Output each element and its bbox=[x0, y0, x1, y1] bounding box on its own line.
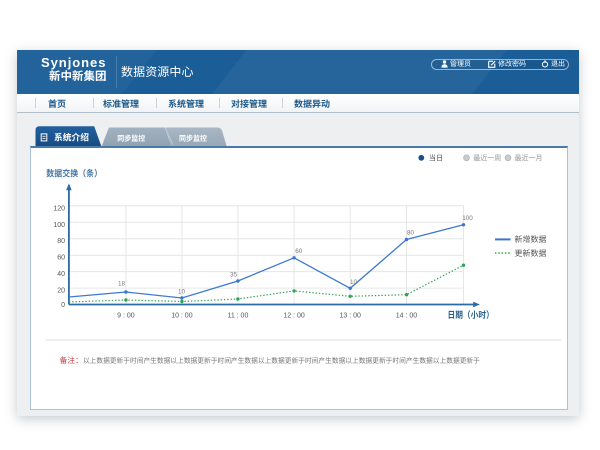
svg-text:新增数据: 新增数据 bbox=[514, 235, 546, 244]
svg-text:100: 100 bbox=[462, 215, 473, 222]
svg-text:更新数据: 更新数据 bbox=[514, 249, 546, 258]
svg-text:60: 60 bbox=[57, 255, 65, 262]
svg-text:20: 20 bbox=[57, 288, 65, 295]
svg-text:10: 10 bbox=[177, 289, 185, 296]
svg-text:13 : 00: 13 : 00 bbox=[339, 313, 361, 320]
svg-text:0: 0 bbox=[61, 302, 65, 309]
svg-text:120: 120 bbox=[53, 205, 65, 212]
svg-text:80: 80 bbox=[406, 230, 414, 237]
svg-text:系统介绍: 系统介绍 bbox=[54, 130, 89, 143]
svg-text:18: 18 bbox=[117, 281, 125, 288]
svg-text:日期（小时）: 日期（小时） bbox=[447, 310, 493, 320]
svg-text:最近一周: 最近一周 bbox=[473, 154, 501, 163]
svg-text:14 : 00: 14 : 00 bbox=[395, 313, 417, 320]
svg-text:80: 80 bbox=[57, 238, 65, 245]
svg-text:10: 10 bbox=[349, 279, 357, 286]
svg-text:100: 100 bbox=[53, 222, 65, 229]
svg-text:11 : 00: 11 : 00 bbox=[227, 313, 248, 320]
svg-text:35: 35 bbox=[229, 272, 237, 279]
svg-text:当日: 当日 bbox=[428, 154, 442, 163]
svg-text:9 : 00: 9 : 00 bbox=[117, 313, 135, 320]
svg-text:同步监控: 同步监控 bbox=[117, 133, 145, 144]
svg-text:备注：以上数据更新于时间产生数据以上数据更新于时间产生数据以: 备注：以上数据更新于时间产生数据以上数据更新于时间产生数据以上数据更新于时间产生… bbox=[59, 356, 479, 365]
svg-text:最近一月: 最近一月 bbox=[514, 154, 542, 163]
svg-text:10 : 00: 10 : 00 bbox=[171, 313, 193, 320]
svg-text:数据交换（条）: 数据交换（条） bbox=[46, 169, 102, 179]
svg-text:12 : 00: 12 : 00 bbox=[283, 313, 305, 320]
svg-text:60: 60 bbox=[295, 248, 303, 255]
svg-text:40: 40 bbox=[57, 271, 65, 278]
svg-text:同步监控: 同步监控 bbox=[179, 133, 207, 144]
